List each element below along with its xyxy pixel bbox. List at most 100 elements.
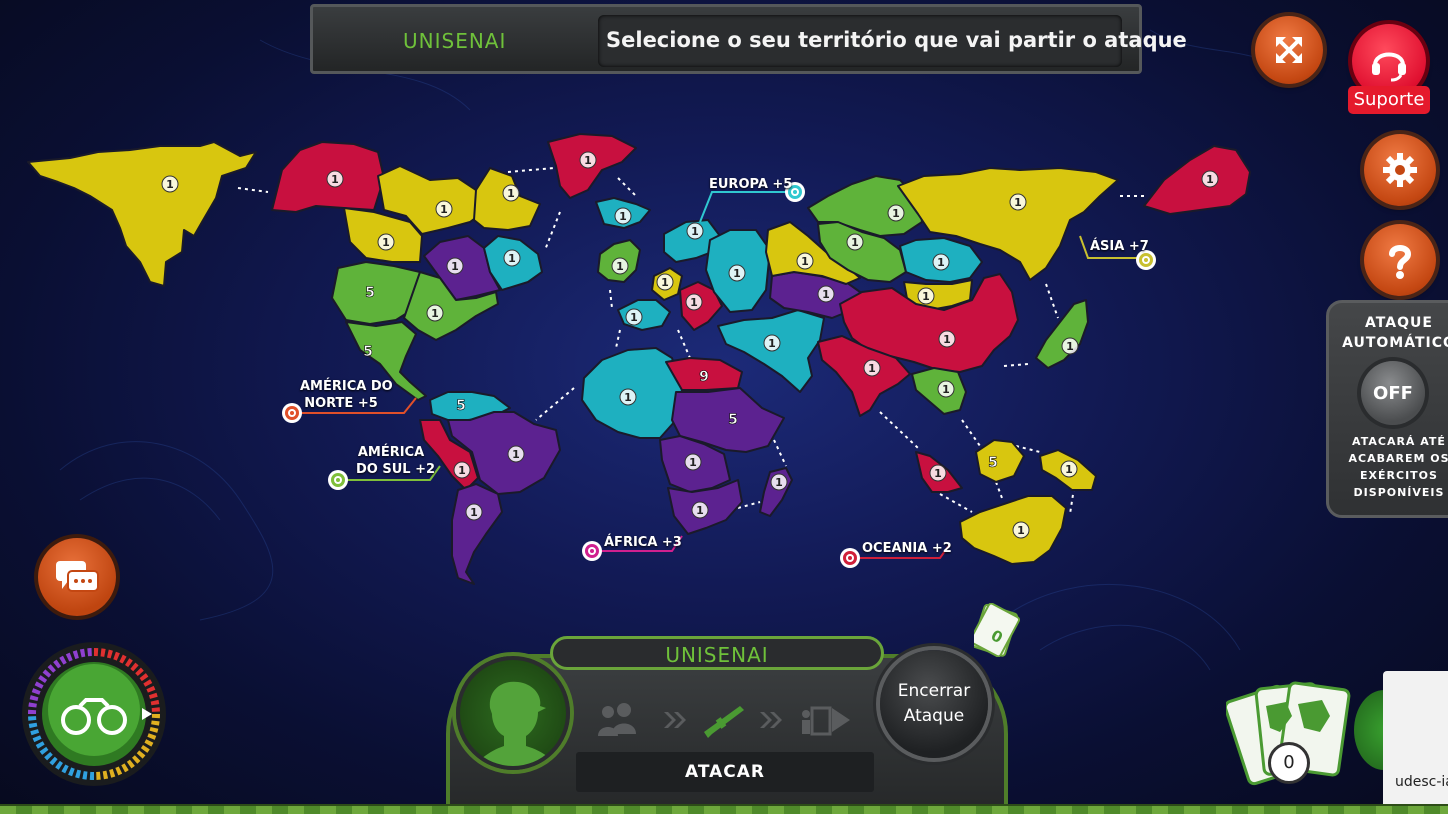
auto-attack-desc-line3: EXÉRCITOS <box>1360 469 1438 482</box>
troop-badge-argelia[interactable]: 1 <box>619 388 637 406</box>
troop-badge-quebec[interactable]: 1 <box>446 257 464 275</box>
north-america-marker[interactable] <box>282 403 302 423</box>
troop-badge-suecia[interactable]: 1 <box>686 222 704 240</box>
troop-badge-aral[interactable]: 1 <box>817 285 835 303</box>
end-attack-button[interactable]: Encerrar Ataque <box>880 650 988 758</box>
troop-count: 1 <box>624 391 632 404</box>
troop-badge-dudinka[interactable]: 1 <box>887 204 905 222</box>
troop-badge-australia[interactable]: 1 <box>1012 521 1030 539</box>
territories <box>27 133 1251 585</box>
troop-count: 1 <box>451 260 459 273</box>
troop-count: 1 <box>1014 196 1022 209</box>
troop-badge-islandia[interactable]: 1 <box>614 207 632 225</box>
troop-count: 5 <box>365 285 375 301</box>
view-map-button[interactable] <box>20 640 168 788</box>
troop-badge-nova-guine[interactable]: 1 <box>1060 460 1078 478</box>
troop-count: 1 <box>733 267 741 280</box>
troop-badge-mongolia[interactable]: 1 <box>1009 193 1027 211</box>
troop-badge-alemanha[interactable]: 1 <box>656 273 674 291</box>
troop-count: 1 <box>868 362 876 375</box>
troop-count: 1 <box>440 203 448 216</box>
label-africa: ÁFRICA +3 <box>604 535 682 550</box>
auto-attack-toggle[interactable]: OFF <box>1361 361 1425 425</box>
troop-count: 1 <box>584 154 592 167</box>
help-button[interactable] <box>1364 224 1436 296</box>
troop-badge-brasil[interactable]: 1 <box>507 445 525 463</box>
troop-badge-tchita[interactable]: 1 <box>932 253 950 271</box>
territory-borneo[interactable] <box>975 439 1025 483</box>
top-status-bar: UNISENAI Selecione o seu território que … <box>310 4 1187 74</box>
territory-alaska[interactable] <box>27 141 257 287</box>
gear-icon <box>1383 153 1417 187</box>
current-player-name: UNISENAI <box>403 29 507 53</box>
territory-vladivostok[interactable] <box>1143 145 1251 215</box>
troop-badge-labrador[interactable]: 1 <box>502 184 520 202</box>
auto-attack-desc-line4: DISPONÍVEIS <box>1353 486 1445 499</box>
troop-count: 1 <box>512 448 520 461</box>
troop-badge-vancouver[interactable]: 1 <box>377 233 395 251</box>
label-south-america-line2: DO SUL +2 <box>356 462 436 477</box>
south-america-marker[interactable] <box>328 470 348 490</box>
troop-badge-peru[interactable]: 1 <box>453 461 471 479</box>
troop-badge-argentina[interactable]: 1 <box>465 503 483 521</box>
troop-count: 1 <box>1066 340 1074 353</box>
troop-count: 1 <box>166 178 174 191</box>
expand-arrows-icon <box>1276 37 1302 63</box>
troop-badge-alaska[interactable]: 1 <box>161 175 179 193</box>
troop-badge-nova-york[interactable]: 1 <box>503 249 521 267</box>
chevron-icon <box>664 712 686 728</box>
card-count-badge: 0 <box>1268 742 1310 784</box>
troop-badge-portugal[interactable]: 1 <box>625 308 643 326</box>
troop-badge-inglaterra[interactable]: 1 <box>611 257 629 275</box>
troop-badge-china[interactable]: 1 <box>938 330 956 348</box>
troop-count: 1 <box>943 333 951 346</box>
watermark-overlay: udesc-ia <box>1383 671 1448 814</box>
map-background-contours <box>59 29 1301 671</box>
label-south-america-line1: AMÉRICA <box>357 445 425 460</box>
troop-badge-ottawa[interactable]: 1 <box>435 200 453 218</box>
fullscreen-button[interactable] <box>1255 16 1323 84</box>
troop-count: 1 <box>922 290 930 303</box>
territory-japao[interactable] <box>1035 299 1089 369</box>
troops-icon <box>598 703 636 736</box>
auto-attack-description: ATACARÁ ATÉ ACABAREM OS EXÉRCITOS DISPON… <box>1337 433 1448 501</box>
troop-count: 1 <box>508 252 516 265</box>
troop-badge-nova-york-2[interactable]: 1 <box>426 304 444 322</box>
troop-badge-groenlandia[interactable]: 1 <box>579 151 597 169</box>
troop-badge-polonia[interactable]: 1 <box>685 293 703 311</box>
troop-badge-vladivostok-2[interactable]: 1 <box>917 287 935 305</box>
troop-count: 5 <box>988 455 998 471</box>
troop-badge-siberia[interactable]: 1 <box>846 233 864 251</box>
troop-badge-madagascar[interactable]: 1 <box>770 473 788 491</box>
troop-badge-moscou[interactable]: 1 <box>728 264 746 282</box>
auto-attack-panel: ATAQUE AUTOMÁTICO OFF ATACARÁ ATÉ ACABAR… <box>1326 300 1448 518</box>
troop-count: 1 <box>768 337 776 350</box>
troop-count: 1 <box>775 476 783 489</box>
oceania-marker[interactable] <box>840 548 860 568</box>
auto-attack-title-line1: ATAQUE <box>1365 315 1433 331</box>
troop-badge-africa-do-sul[interactable]: 1 <box>691 501 709 519</box>
action-player-bar: UNISENAI <box>550 636 884 670</box>
troop-badge-vietna[interactable]: 1 <box>937 380 955 398</box>
troop-count: 1 <box>822 288 830 301</box>
troop-badge-vladivostok[interactable]: 1 <box>1201 170 1219 188</box>
troop-count: 1 <box>690 296 698 309</box>
money-card-icon[interactable]: 0 <box>974 603 1020 657</box>
troop-badge-congo[interactable]: 1 <box>684 453 702 471</box>
troop-badge-india[interactable]: 1 <box>863 359 881 377</box>
troop-count: 1 <box>470 506 478 519</box>
troop-badge-omsk[interactable]: 1 <box>796 252 814 270</box>
move-icon <box>802 706 850 736</box>
troop-badge-mackenzie[interactable]: 1 <box>326 170 344 188</box>
support-label[interactable]: Suporte <box>1348 86 1430 114</box>
territory-argentina[interactable] <box>451 483 503 585</box>
troop-count: 5 <box>456 398 466 414</box>
troop-badge-oriente-medio[interactable]: 1 <box>763 334 781 352</box>
africa-marker[interactable] <box>582 541 602 561</box>
settings-button[interactable] <box>1364 134 1436 206</box>
soldier-silhouette-icon <box>476 681 556 766</box>
chat-button[interactable] <box>38 538 116 616</box>
troop-badge-japao[interactable]: 1 <box>1061 337 1079 355</box>
chat-bubbles-icon <box>56 561 99 592</box>
troop-badge-sumatra[interactable]: 1 <box>929 464 947 482</box>
